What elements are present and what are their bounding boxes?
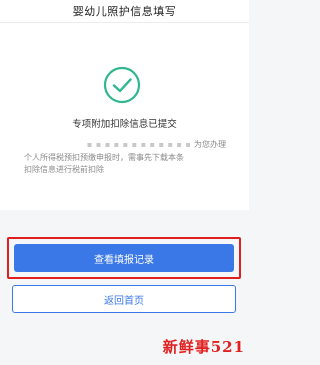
back-home-button[interactable]: 返回首页 — [12, 285, 236, 313]
highlight-frame: 查看填报记录 — [7, 237, 241, 279]
page-title: 婴幼儿照护信息填写 — [72, 5, 177, 18]
notice-line-1: ▪ ▪ ▪ ▪ ▪ ▪ ▪ ▪ ▪ ▪ ▪ ▪ 为您办理 — [86, 140, 226, 149]
view-records-button[interactable]: 查看填报记录 — [14, 244, 234, 272]
masked-text: ▪ ▪ ▪ ▪ ▪ ▪ ▪ ▪ ▪ ▪ ▪ ▪ — [86, 140, 192, 149]
page-header: 婴幼儿照护信息填写 — [0, 0, 249, 23]
check-circle-icon — [103, 66, 141, 104]
status-title: 专项附加扣除信息已提交 — [72, 119, 177, 130]
notice-line-3: 扣除信息进行税前扣除 — [24, 165, 104, 174]
status-card: 专项附加扣除信息已提交 ▪ ▪ ▪ ▪ ▪ ▪ ▪ ▪ ▪ ▪ ▪ ▪ 为您办理… — [0, 23, 249, 210]
notice-line-2: 个人所得税预扣预缴申报时，需事先下载本条 — [24, 152, 184, 162]
status-notice: ▪ ▪ ▪ ▪ ▪ ▪ ▪ ▪ ▪ ▪ ▪ ▪ 为您办理 个人所得税预扣预缴申报… — [24, 139, 226, 177]
watermark: 新鲜事521 — [162, 338, 245, 356]
